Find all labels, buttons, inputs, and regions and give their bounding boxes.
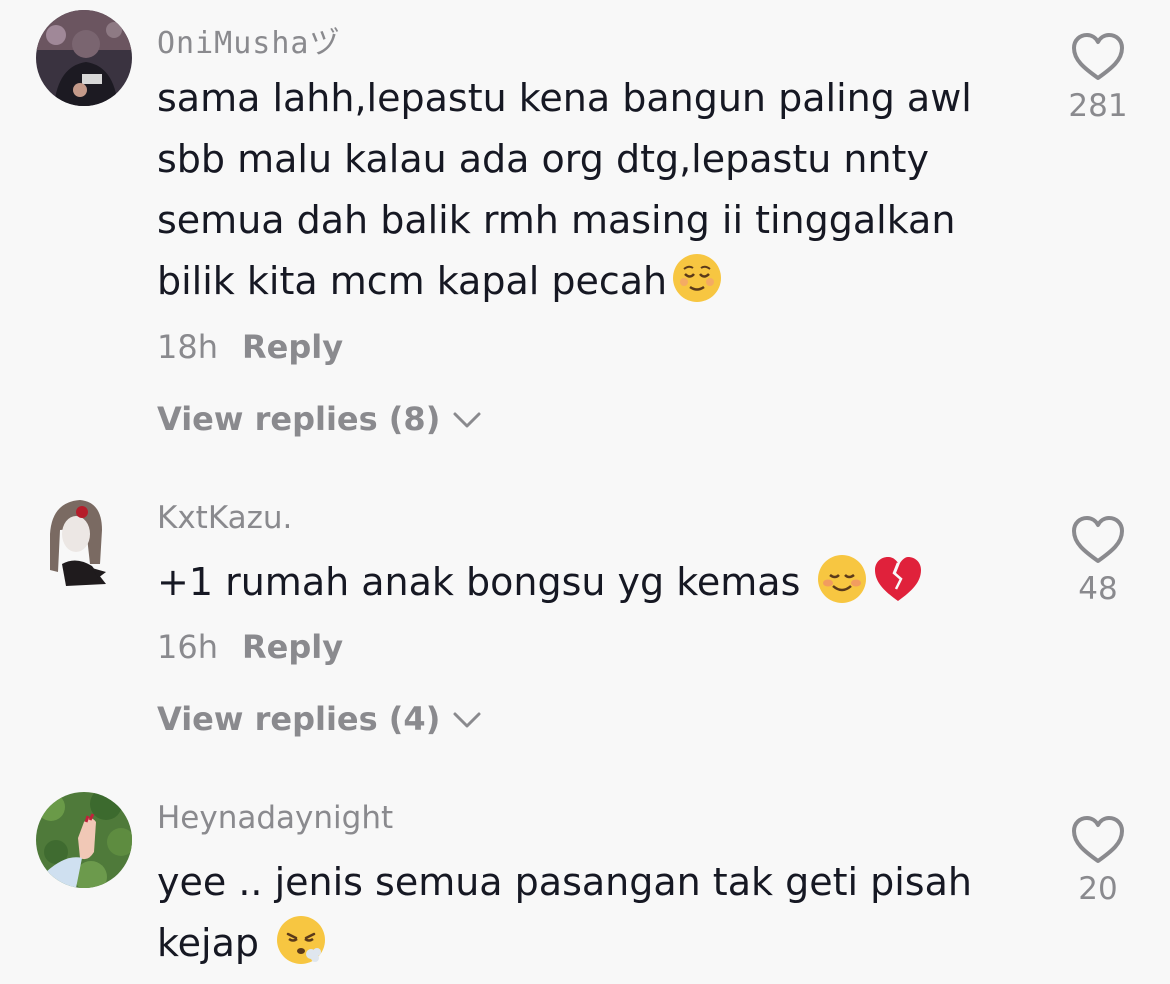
avatar[interactable] — [36, 494, 132, 590]
view-replies-label: View replies (4) — [157, 700, 441, 738]
avatar[interactable] — [36, 10, 132, 106]
broken-heart-emoji — [872, 553, 924, 605]
username[interactable]: OniMushaヅ — [157, 18, 341, 62]
view-replies-label: View replies (8) — [157, 400, 441, 438]
relieved-face-emoji — [671, 252, 723, 304]
comment-time: 16h — [157, 628, 218, 666]
comment-time: 18h — [157, 328, 218, 366]
chevron-down-icon — [452, 700, 482, 738]
like-count: 20 — [1078, 871, 1118, 907]
heart-outline-icon — [1058, 32, 1138, 82]
face-exhaling-emoji — [275, 914, 327, 966]
comment-text-content: +1 rumah anak bongsu yg kemas — [157, 560, 813, 604]
comment-meta: 18h Reply — [157, 328, 343, 366]
like-count: 48 — [1078, 571, 1118, 607]
comment-text: +1 rumah anak bongsu yg kemas — [157, 552, 1037, 613]
smiling-face-emoji — [816, 553, 868, 605]
comment-text: sama lahh,lepastu kena bangun paling awl… — [157, 68, 1037, 312]
username[interactable]: Heynadaynight — [157, 800, 393, 836]
heart-outline-icon — [1058, 815, 1138, 865]
like-button[interactable]: 281 — [1058, 32, 1138, 124]
like-count: 281 — [1068, 88, 1128, 124]
avatar[interactable] — [36, 792, 132, 888]
like-button[interactable]: 20 — [1058, 815, 1138, 907]
username[interactable]: KxtKazu. — [157, 500, 292, 536]
like-button[interactable]: 48 — [1058, 515, 1138, 607]
comment-text-content: sama lahh,lepastu kena bangun paling awl… — [157, 76, 972, 303]
view-replies-button[interactable]: View replies (8) — [157, 400, 482, 438]
comment-meta: 16h Reply — [157, 628, 343, 666]
comment-text: yee .. jenis semua pasangan tak geti pis… — [157, 852, 1017, 974]
heart-outline-icon — [1058, 515, 1138, 565]
view-replies-button[interactable]: View replies (4) — [157, 700, 482, 738]
chevron-down-icon — [452, 400, 482, 438]
reply-button[interactable]: Reply — [242, 328, 343, 366]
reply-button[interactable]: Reply — [242, 628, 343, 666]
